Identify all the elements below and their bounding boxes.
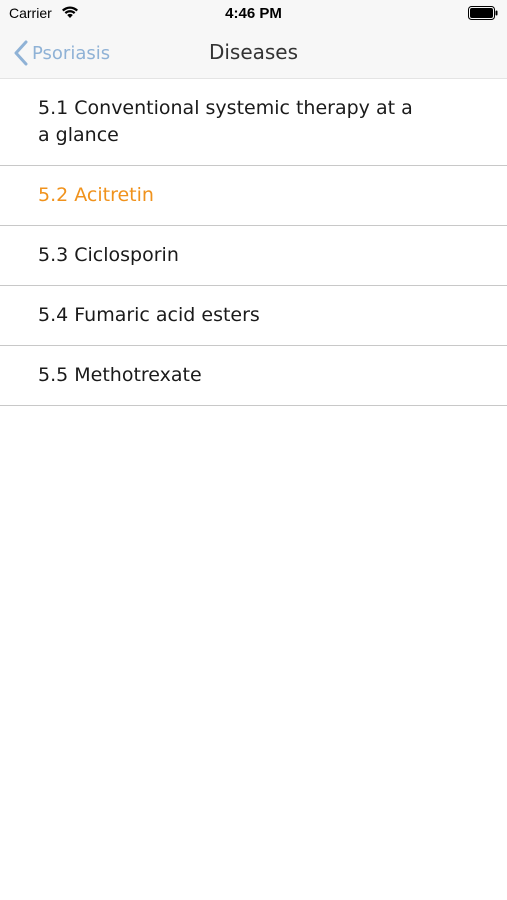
list-item[interactable]: 5.5 Methotrexate bbox=[0, 346, 507, 406]
status-time: 4:46 PM bbox=[225, 5, 282, 22]
page-title: Diseases bbox=[208, 40, 299, 64]
list-item[interactable]: 5.3 Ciclosporin bbox=[0, 226, 507, 286]
list-item-label: 5.5 Methotrexate bbox=[38, 364, 202, 386]
list-item[interactable]: 5.4 Fumaric acid esters bbox=[0, 286, 507, 346]
list-item[interactable]: 5.1 Conventional systemic therapy at a a… bbox=[0, 79, 507, 166]
list-item-label: 5.3 Ciclosporin bbox=[38, 244, 179, 266]
list-item-label: 5.2 Acitretin bbox=[38, 184, 154, 206]
battery-icon bbox=[468, 6, 498, 20]
status-bar: Carrier 4:46 PM bbox=[0, 0, 507, 28]
list-item-label: 5.1 Conventional systemic therapy at a a… bbox=[38, 97, 413, 146]
list-item[interactable]: 5.2 Acitretin bbox=[0, 166, 507, 226]
list-item-label: 5.4 Fumaric acid esters bbox=[38, 304, 260, 326]
navigation-bar: Psoriasis Diseases bbox=[0, 28, 507, 79]
disease-list: 5.1 Conventional systemic therapy at a a… bbox=[0, 79, 507, 406]
